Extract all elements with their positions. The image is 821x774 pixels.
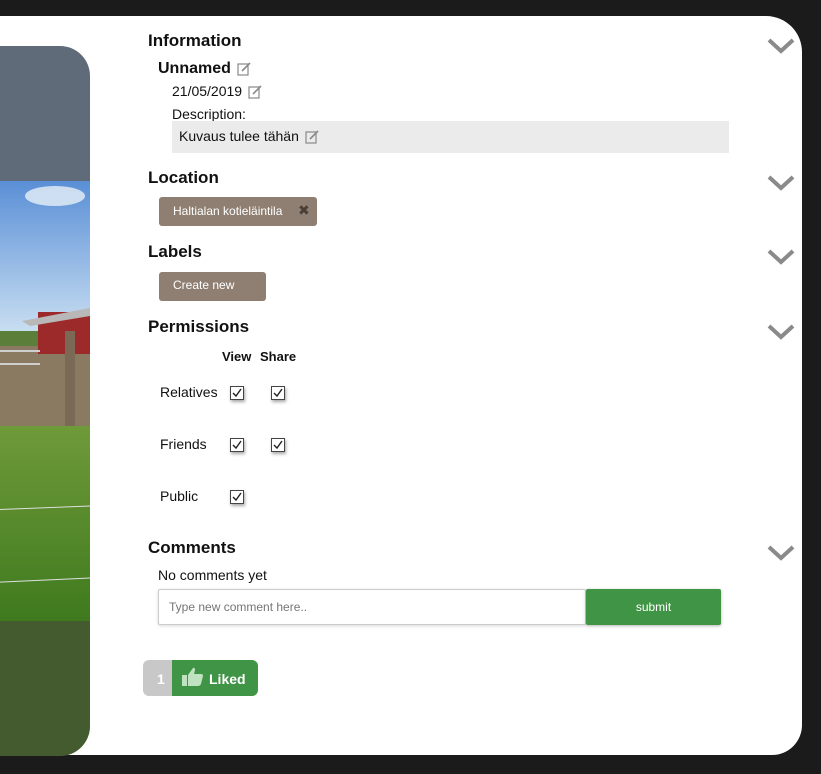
remove-icon[interactable]: ✖ [298,202,310,219]
checkbox-public-view[interactable] [230,490,244,504]
permission-column-view: View [222,349,252,364]
checkbox-relatives-share[interactable] [271,386,285,400]
permission-label-relatives: Relatives [160,384,218,400]
like-label: Liked [209,671,246,687]
like-button[interactable]: Liked [172,660,258,696]
like-count: 1 [143,660,175,696]
photo-date-text: 21/05/2019 [172,83,243,99]
chevron-down-icon[interactable] [766,246,796,268]
edit-icon[interactable] [305,130,319,144]
chevron-down-icon[interactable] [766,35,796,57]
photo-name-text: Unnamed [158,60,231,77]
location-tag-label: Haltialan kotieläintila [173,204,283,218]
chevron-down-icon[interactable] [766,321,796,343]
checkbox-friends-share[interactable] [271,438,285,452]
location-tag: Haltialan kotieläintila ✖ [159,197,317,226]
no-comments-text: No comments yet [158,567,267,583]
description-box: Kuvaus tulee tähän [172,121,729,153]
section-title-labels: Labels [148,242,202,261]
photo-date: 21/05/2019 [172,83,262,99]
checkbox-friends-view[interactable] [230,438,244,452]
photo-name: Unnamed [158,60,251,78]
chevron-down-icon[interactable] [766,542,796,564]
comment-input[interactable] [158,589,586,625]
section-title-information: Information [148,31,242,50]
permission-label-public: Public [160,488,199,504]
farm-photo [0,46,90,756]
permission-column-share: Share [260,349,297,364]
checkbox-relatives-view[interactable] [230,386,244,400]
section-title-location: Location [148,168,219,187]
edit-icon[interactable] [248,85,262,99]
edit-icon[interactable] [237,62,251,76]
thumbs-up-icon [181,665,205,692]
section-title-comments: Comments [148,538,236,557]
description-text: Kuvaus tulee tähän [179,128,299,144]
section-title-permissions: Permissions [148,317,250,336]
chevron-down-icon[interactable] [766,172,796,194]
permission-label-friends: Friends [160,436,207,452]
description-label: Description: [172,106,246,122]
submit-comment-button[interactable]: submit [586,589,721,625]
create-label-button[interactable]: Create new [159,272,266,301]
